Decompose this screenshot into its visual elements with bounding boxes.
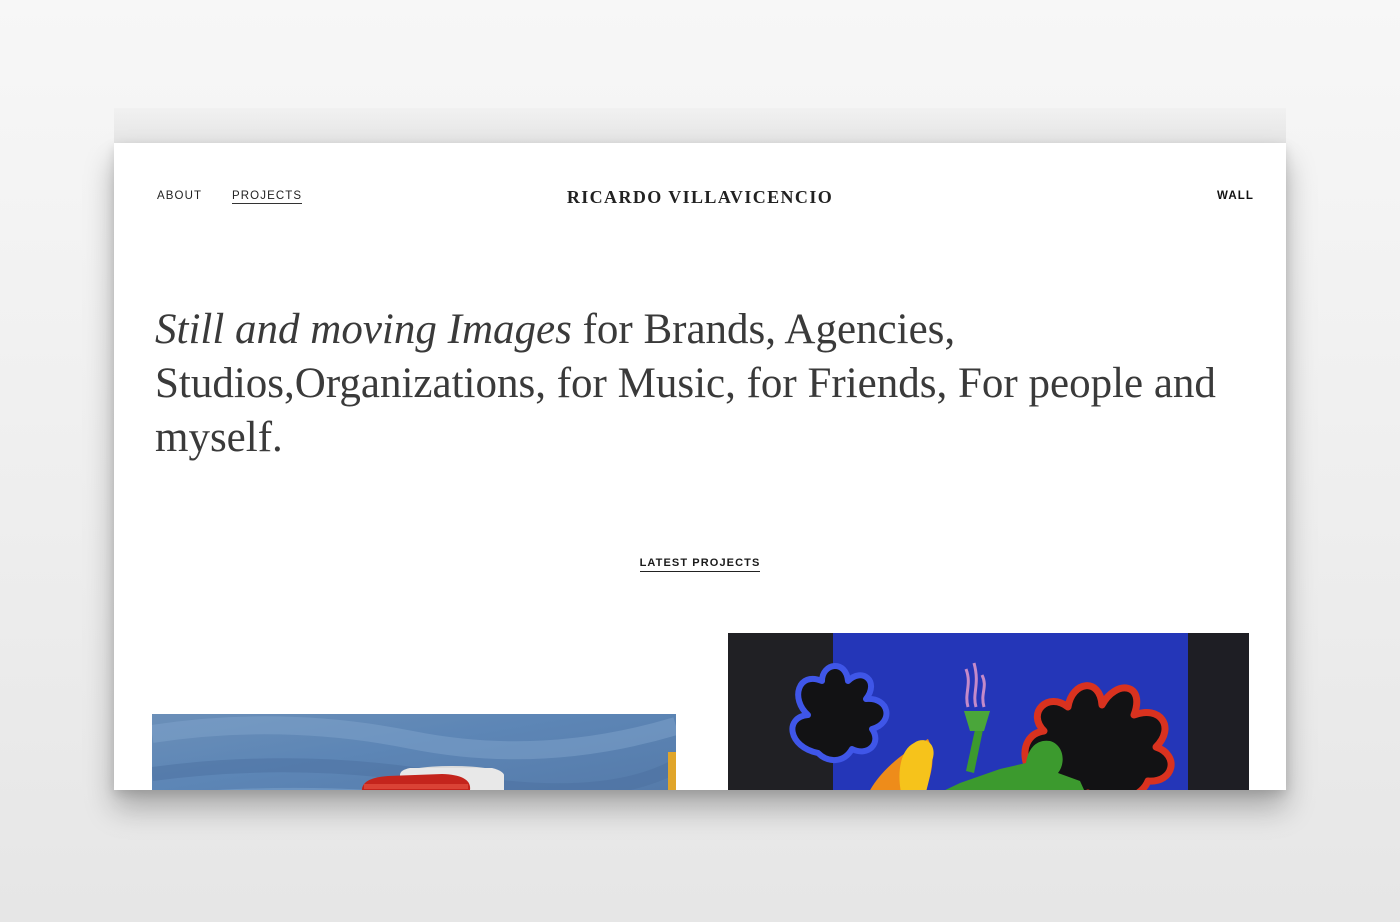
blue-leaf-cutout xyxy=(789,663,890,763)
project-card-paper-cutout[interactable] xyxy=(728,633,1249,790)
painted-cup-artwork xyxy=(152,716,676,790)
project-card-painted-cup[interactable] xyxy=(152,714,676,790)
latest-projects-section: LATEST PROJECTS xyxy=(114,553,1286,572)
site-title[interactable]: RICARDO VILLAVICENCIO xyxy=(114,187,1286,208)
hero-italic-phrase: Still and moving Images xyxy=(155,306,572,353)
nav-wall-link[interactable]: WALL xyxy=(1217,190,1254,202)
paper-cutout-artwork xyxy=(728,633,1249,790)
browser-window: ABOUT PROJECTS RICARDO VILLAVICENCIO WAL… xyxy=(114,143,1286,790)
latest-projects-link[interactable]: LATEST PROJECTS xyxy=(639,557,761,572)
browser-title-bar xyxy=(114,108,1286,143)
hero-statement: Still and moving Images for Brands, Agen… xyxy=(155,303,1255,465)
